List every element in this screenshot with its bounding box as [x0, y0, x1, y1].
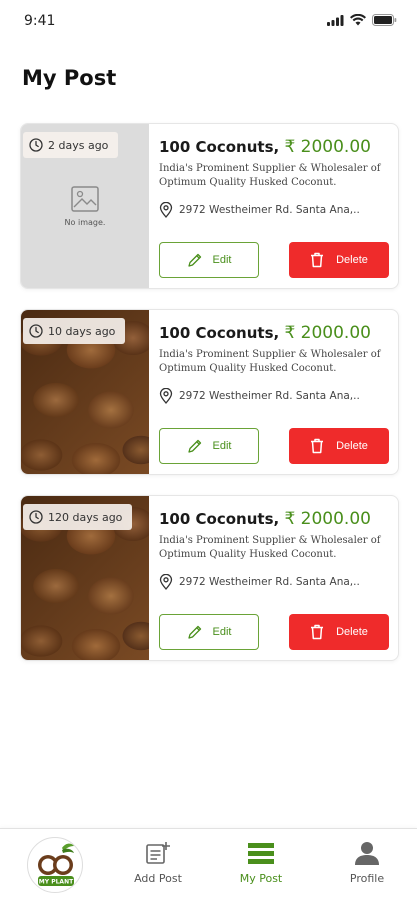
delete-button[interactable]: Delete [289, 242, 389, 278]
nav-add-post[interactable]: Add Post [118, 841, 198, 885]
trash-icon [311, 438, 324, 454]
age-text: 120 days ago [48, 510, 123, 524]
post-title-text: 100 Coconuts, [159, 510, 280, 528]
post-location-text: 2972 Westheimer Rd. Santa Ana,.. [179, 576, 360, 588]
edit-button-label: Edit [212, 626, 232, 638]
location-pin-icon [159, 388, 173, 404]
age-badge: 120 days ago [23, 504, 133, 530]
post-description: India's Prominent Supplier & Wholesaler … [159, 163, 381, 188]
post-title: 100 Coconuts, ₹ 2000.00 [159, 323, 371, 343]
edit-button[interactable]: Edit [159, 428, 259, 464]
app-logo[interactable]: MY PLANT [27, 837, 83, 893]
age-badge: 2 days ago [23, 132, 119, 158]
post-price: ₹ 2000.00 [284, 137, 371, 157]
post-title: 100 Coconuts, ₹ 2000.00 [159, 137, 371, 157]
logo-text: MY PLANT [39, 879, 74, 886]
trash-icon [311, 252, 324, 268]
location-pin-icon [159, 202, 173, 218]
post-description: India's Prominent Supplier & Wholesaler … [159, 349, 381, 374]
post-price: ₹ 2000.00 [284, 509, 371, 529]
post-title: 100 Coconuts, ₹ 2000.00 [159, 509, 371, 529]
post-title-text: 100 Coconuts, [159, 138, 280, 156]
pencil-icon [187, 253, 201, 267]
nav-add-post-label: Add Post [134, 872, 182, 885]
post-card: 120 days ago 100 Coconuts, ₹ 2000.00 Ind… [20, 495, 399, 661]
clock-icon [29, 510, 43, 524]
add-post-icon [146, 842, 170, 864]
edit-button-label: Edit [212, 440, 232, 452]
post-location: 2972 Westheimer Rd. Santa Ana,.. [159, 202, 360, 218]
delete-button-label: Delete [336, 440, 368, 452]
post-price: ₹ 2000.00 [284, 323, 371, 343]
nav-my-post[interactable]: My Post [221, 841, 301, 885]
profile-icon [355, 842, 379, 865]
post-location: 2972 Westheimer Rd. Santa Ana,.. [159, 388, 360, 404]
status-bar: 9:41 [0, 0, 417, 44]
edit-button[interactable]: Edit [159, 242, 259, 278]
post-image: 10 days ago [21, 310, 149, 474]
nav-profile-label: Profile [349, 872, 385, 885]
post-location-text: 2972 Westheimer Rd. Santa Ana,.. [179, 390, 360, 402]
clock-icon [29, 324, 43, 338]
post-card-body: 100 Coconuts, ₹ 2000.00 India's Prominen… [159, 310, 389, 474]
no-image-text: No image. [64, 218, 106, 227]
edit-button[interactable]: Edit [159, 614, 259, 650]
post-card-body: 100 Coconuts, ₹ 2000.00 India's Prominen… [159, 496, 389, 660]
post-title-text: 100 Coconuts, [159, 324, 280, 342]
pencil-icon [187, 625, 201, 639]
status-time: 9:41 [24, 13, 56, 29]
battery-icon [372, 14, 397, 26]
post-image: 120 days ago [21, 496, 149, 660]
edit-button-label: Edit [212, 254, 232, 266]
post-card: 10 days ago 100 Coconuts, ₹ 2000.00 Indi… [20, 309, 399, 475]
post-card: 2 days ago No image. 100 Coconuts, ₹ 200… [20, 123, 399, 289]
signal-icon [327, 14, 344, 26]
no-image-placeholder: No image. [61, 186, 109, 227]
bottom-nav: MY PLANT Add Post My Post Profile [0, 828, 417, 900]
post-location-text: 2972 Westheimer Rd. Santa Ana,.. [179, 204, 360, 216]
nav-profile[interactable]: Profile [327, 841, 407, 885]
wifi-icon [350, 14, 366, 26]
age-badge: 10 days ago [23, 318, 126, 344]
delete-button-label: Delete [336, 254, 368, 266]
clock-icon [29, 138, 43, 152]
coconut-logo-icon: MY PLANT [38, 843, 74, 886]
delete-button-label: Delete [336, 626, 368, 638]
image-icon [71, 186, 99, 212]
delete-button[interactable]: Delete [289, 428, 389, 464]
nav-my-post-label: My Post [239, 872, 283, 885]
post-description: India's Prominent Supplier & Wholesaler … [159, 535, 381, 560]
post-location: 2972 Westheimer Rd. Santa Ana,.. [159, 574, 360, 590]
post-card-body: 100 Coconuts, ₹ 2000.00 India's Prominen… [159, 124, 389, 288]
status-icons [327, 14, 397, 26]
trash-icon [311, 624, 324, 640]
page-title: My Post [22, 66, 117, 90]
post-image-placeholder: 2 days ago No image. [21, 124, 149, 288]
pencil-icon [187, 439, 201, 453]
age-text: 2 days ago [48, 138, 109, 152]
delete-button[interactable]: Delete [289, 614, 389, 650]
my-post-icon [248, 843, 274, 864]
location-pin-icon [159, 574, 173, 590]
age-text: 10 days ago [48, 324, 116, 338]
